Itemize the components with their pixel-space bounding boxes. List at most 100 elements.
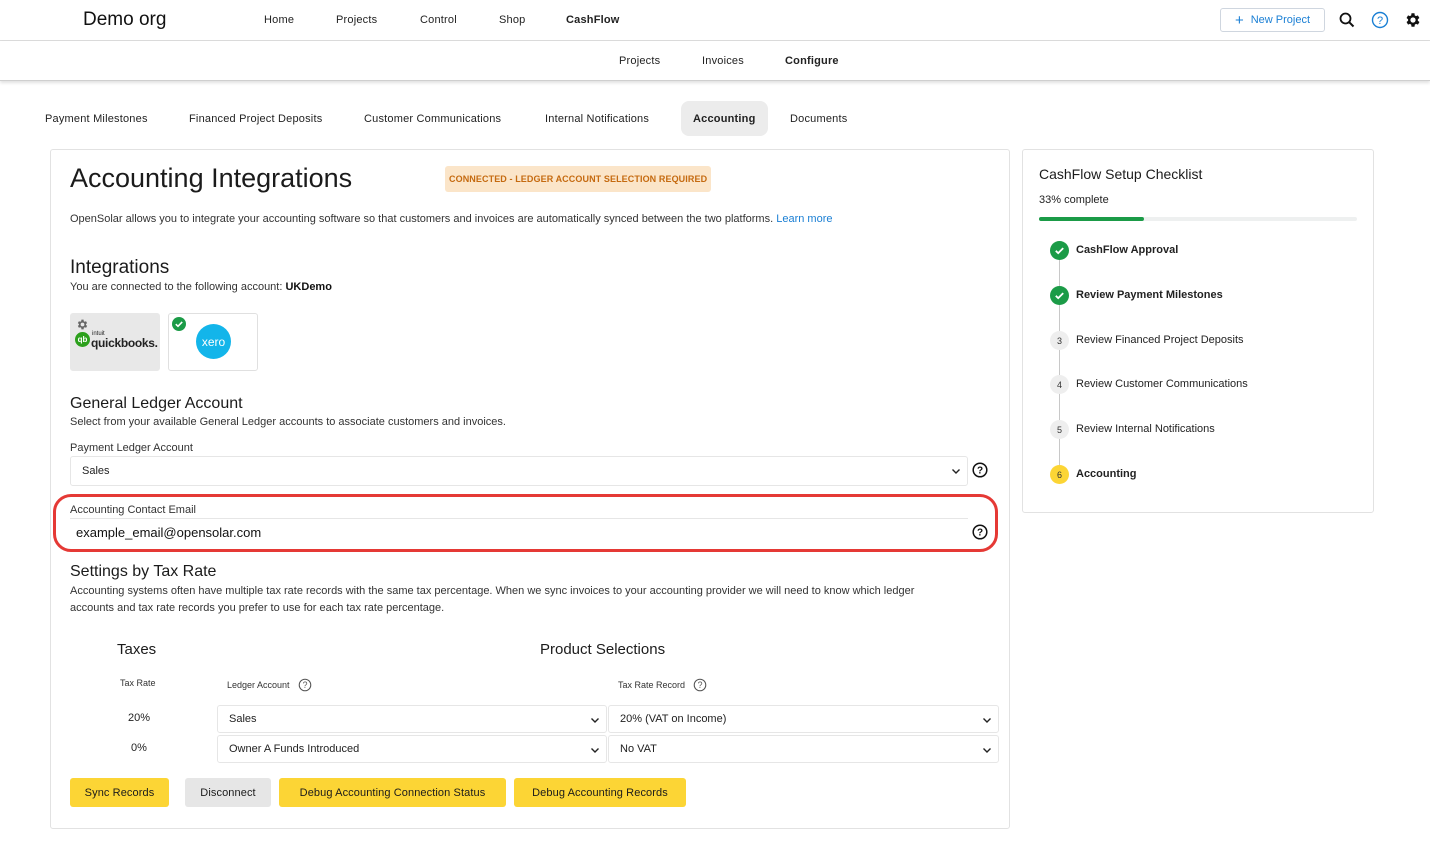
intro-body: OpenSolar allows you to integrate your a…: [70, 213, 774, 225]
general-ledger-heading: General Ledger Account: [70, 395, 243, 412]
tax-rate-record-select[interactable]: 20% (VAT on Income): [608, 705, 999, 733]
tab-internal-notifications[interactable]: Internal Notifications: [545, 101, 649, 136]
chevron-down-icon: [952, 469, 960, 474]
payment-ledger-select[interactable]: Sales: [70, 456, 968, 486]
checklist-progress-fill: [1039, 217, 1144, 221]
connected-account-name: UKDemo: [285, 281, 332, 293]
debug-connection-status-button[interactable]: Debug Accounting Connection Status: [279, 778, 506, 807]
tab-documents[interactable]: Documents: [790, 101, 847, 136]
search-icon[interactable]: [1337, 10, 1357, 30]
tax-rate-record-value: No VAT: [620, 743, 657, 755]
step-connector: [1059, 350, 1060, 376]
step-connector: [1059, 439, 1060, 465]
step-number-badge: 6: [1050, 465, 1069, 484]
new-project-button[interactable]: + New Project: [1220, 8, 1325, 32]
status-badge: CONNECTED - LEDGER ACCOUNT SELECTION REQ…: [445, 166, 712, 192]
tax-rate-value: 0%: [131, 742, 147, 754]
quickbooks-logo-tile[interactable]: qb intuit quickbooks.: [70, 313, 160, 371]
taxes-heading: Taxes: [117, 641, 157, 658]
checklist-step-accounting[interactable]: Accounting: [1076, 468, 1137, 480]
chevron-down-icon: [591, 718, 599, 723]
tax-settings-description-1: Accounting systems often have multiple t…: [70, 585, 915, 597]
checklist-progress-bar: [1039, 217, 1357, 221]
step-connector: [1059, 305, 1060, 331]
tab-financed-project-deposits[interactable]: Financed Project Deposits: [189, 101, 322, 136]
org-name[interactable]: Demo org: [83, 9, 166, 31]
col-tax-rate-label: Tax Rate: [120, 678, 156, 688]
xero-logo-tile[interactable]: xero: [168, 313, 258, 371]
intro-text: OpenSolar allows you to integrate your a…: [70, 213, 832, 225]
payment-ledger-value: Sales: [82, 465, 110, 477]
ledger-account-value: Sales: [229, 713, 257, 725]
tax-rate-record-value: 20% (VAT on Income): [620, 713, 727, 725]
nav-control[interactable]: Control: [420, 14, 457, 26]
step-number-badge: 3: [1050, 331, 1069, 350]
gear-icon: [77, 319, 88, 330]
svg-text:?: ?: [1377, 15, 1383, 27]
checklist-step-cashflow-approval[interactable]: CashFlow Approval: [1076, 244, 1178, 256]
subnav-projects[interactable]: Projects: [619, 55, 660, 67]
tax-rate-value: 20%: [128, 712, 151, 724]
quickbooks-icon: qb: [75, 332, 90, 347]
checklist-step-financed-deposits[interactable]: Review Financed Project Deposits: [1076, 334, 1244, 346]
quickbooks-label: quickbooks.: [91, 336, 158, 350]
ledger-account-select[interactable]: Owner A Funds Introduced: [217, 735, 607, 763]
col-record-label: Tax Rate Record: [618, 680, 686, 690]
subnav-invoices[interactable]: Invoices: [702, 55, 744, 67]
col-ledger-account: Ledger Account ?: [227, 678, 312, 692]
plus-icon: +: [1234, 11, 1244, 29]
tax-rate-record-select[interactable]: No VAT: [608, 735, 999, 763]
nav-home[interactable]: Home: [264, 14, 294, 26]
step-number-badge: 5: [1050, 420, 1069, 439]
col-tax-rate: Tax Rate: [120, 678, 156, 688]
svg-text:?: ?: [698, 680, 703, 690]
checklist-step-internal-notifications[interactable]: Review Internal Notifications: [1076, 423, 1215, 435]
tax-settings-heading: Settings by Tax Rate: [70, 563, 217, 580]
chevron-down-icon: [983, 748, 991, 753]
debug-accounting-records-button[interactable]: Debug Accounting Records: [514, 778, 686, 807]
disconnect-button[interactable]: Disconnect: [185, 778, 271, 807]
new-project-label: New Project: [1250, 14, 1311, 26]
chevron-down-icon: [983, 718, 991, 723]
checklist-step-customer-communications[interactable]: Review Customer Communications: [1076, 378, 1248, 390]
tab-customer-communications[interactable]: Customer Communications: [364, 101, 501, 136]
tab-accounting[interactable]: Accounting: [681, 101, 768, 136]
help-icon[interactable]: ?: [298, 678, 312, 692]
nav-projects[interactable]: Projects: [336, 14, 377, 26]
svg-text:?: ?: [302, 680, 307, 690]
subnav-configure[interactable]: Configure: [785, 55, 839, 67]
connected-account-text: You are connected to the following accou…: [70, 281, 332, 293]
page-title: Accounting Integrations: [70, 163, 353, 193]
col-ledger-label: Ledger Account: [227, 680, 290, 690]
check-icon: [1050, 286, 1069, 305]
gear-icon[interactable]: [1403, 10, 1423, 30]
step-number-badge: 4: [1050, 375, 1069, 394]
chevron-down-icon: [591, 748, 599, 753]
check-icon: [1050, 241, 1069, 260]
ledger-account-select[interactable]: Sales: [217, 705, 607, 733]
product-selections-heading: Product Selections: [540, 641, 666, 658]
sync-records-button[interactable]: Sync Records: [70, 778, 169, 807]
check-circle-icon: [172, 317, 186, 331]
xero-logo: xero: [196, 324, 231, 359]
help-icon[interactable]: ?: [693, 678, 707, 692]
top-navbar: Demo org Home Projects Control Shop Cash…: [0, 0, 1430, 41]
nav-cashflow[interactable]: CashFlow: [566, 14, 620, 26]
help-icon[interactable]: ?: [1370, 10, 1390, 30]
step-connector: [1059, 260, 1060, 286]
checklist-progress-label: 33% complete: [1039, 194, 1109, 206]
sub-navbar: Projects Invoices Configure: [0, 41, 1430, 81]
help-icon[interactable]: ?: [972, 462, 988, 478]
step-connector: [1059, 394, 1060, 420]
general-ledger-description: Select from your available General Ledge…: [70, 416, 506, 428]
checklist-step-payment-milestones[interactable]: Review Payment Milestones: [1076, 289, 1223, 301]
checklist-title: CashFlow Setup Checklist: [1039, 166, 1203, 182]
col-tax-rate-record: Tax Rate Record ?: [618, 678, 707, 692]
tab-payment-milestones[interactable]: Payment Milestones: [45, 101, 148, 136]
svg-text:?: ?: [977, 466, 983, 477]
email-highlight-annotation: [53, 494, 998, 552]
nav-shop[interactable]: Shop: [499, 14, 526, 26]
integrations-heading: Integrations: [70, 257, 170, 278]
ledger-account-value: Owner A Funds Introduced: [229, 743, 360, 755]
learn-more-link[interactable]: Learn more: [776, 213, 832, 225]
